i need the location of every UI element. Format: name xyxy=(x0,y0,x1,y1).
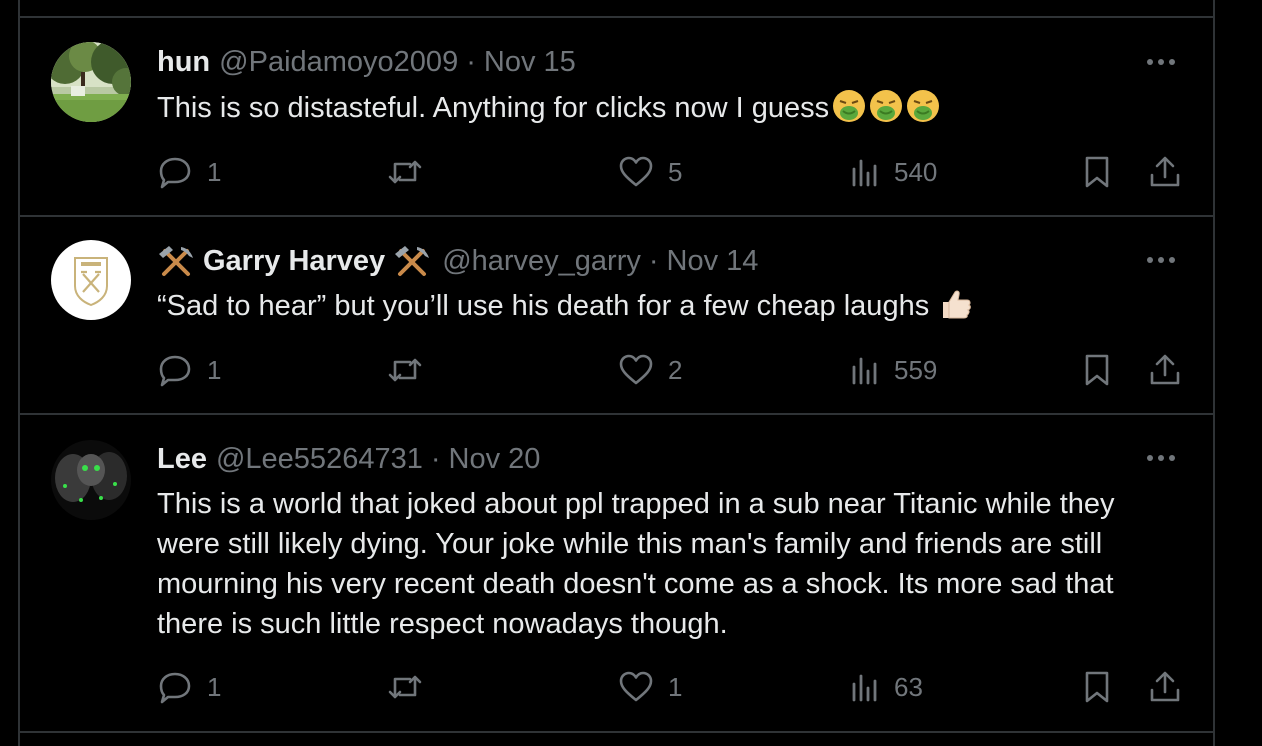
retweet-icon xyxy=(388,358,422,382)
timestamp[interactable]: Nov 14 xyxy=(667,245,759,278)
reply-count: 1 xyxy=(207,354,222,385)
action-bar: 1 2 559 xyxy=(157,350,1183,390)
views-button[interactable]: 63 xyxy=(850,667,923,707)
tweet-text: “Sad to hear” but you’ll use his death f… xyxy=(157,290,930,322)
timestamp[interactable]: Nov 15 xyxy=(484,46,576,79)
reply-count: 1 xyxy=(207,156,222,187)
display-name[interactable]: hun xyxy=(157,46,210,79)
separator-dot: · xyxy=(430,442,441,475)
view-count: 540 xyxy=(894,156,938,187)
separator-dot: · xyxy=(648,244,659,277)
views-icon xyxy=(852,159,877,187)
timestamp[interactable]: Nov 20 xyxy=(449,443,541,476)
like-button[interactable]: 5 xyxy=(618,152,682,192)
action-bar: 1 5 540 xyxy=(157,152,1183,192)
hammer-and-pick-icon xyxy=(395,246,430,276)
view-count: 559 xyxy=(894,354,938,385)
bookmark-icon xyxy=(1085,671,1109,703)
views-icon xyxy=(852,357,877,385)
share-icon xyxy=(1150,671,1180,702)
tweet-text: This is a world that joked about ppl tra… xyxy=(157,488,1115,640)
share-button[interactable] xyxy=(1148,667,1182,707)
more-options-icon[interactable] xyxy=(1143,52,1179,72)
heart-icon xyxy=(619,156,653,187)
like-button[interactable]: 2 xyxy=(618,350,682,390)
heart-icon xyxy=(619,671,653,702)
share-button[interactable] xyxy=(1148,152,1182,192)
retweet-button[interactable] xyxy=(386,152,438,192)
tweet[interactable]: Lee @Lee55264731 · Nov 20 This is a worl… xyxy=(20,415,1213,733)
avatar[interactable] xyxy=(51,440,131,520)
share-button[interactable] xyxy=(1148,350,1182,390)
share-icon xyxy=(1150,156,1180,187)
like-count: 5 xyxy=(668,156,683,187)
retweet-icon xyxy=(388,675,422,699)
tweet-header: Lee @Lee55264731 · Nov 20 xyxy=(157,442,540,476)
hammer-and-pick-icon xyxy=(159,246,193,276)
handle[interactable]: @Paidamoyo2009 xyxy=(219,46,458,79)
nauseated-face-icon xyxy=(870,90,903,122)
action-bar: 1 1 63 xyxy=(157,667,1183,707)
bookmark-icon xyxy=(1085,156,1109,188)
tweet-header: hun @Paidamoyo2009 · Nov 15 xyxy=(157,45,576,79)
tweet-text-container: This is so distasteful. Anything for cli… xyxy=(157,88,1185,128)
tweet[interactable]: Garry Harvey @harvey_garry · Nov 14 “Sad… xyxy=(20,217,1213,415)
like-count: 2 xyxy=(668,354,683,385)
tweet-header: Garry Harvey @harvey_garry · Nov 14 xyxy=(157,244,758,278)
avatar[interactable] xyxy=(51,42,131,122)
display-name[interactable]: Garry Harvey xyxy=(203,245,385,278)
retweet-button[interactable] xyxy=(386,350,438,390)
display-name[interactable]: Lee xyxy=(157,443,207,476)
bookmark-icon xyxy=(1085,354,1109,386)
views-button[interactable]: 559 xyxy=(850,350,937,390)
views-button[interactable]: 540 xyxy=(850,152,937,192)
bookmark-button[interactable] xyxy=(1082,350,1112,390)
thumbs-up-icon xyxy=(943,290,972,319)
handle[interactable]: @Lee55264731 xyxy=(216,443,423,476)
reply-button[interactable]: 1 xyxy=(157,350,221,390)
views-icon xyxy=(852,674,877,702)
avatar[interactable] xyxy=(51,240,131,320)
tweet-text: This is so distasteful. Anything for cli… xyxy=(157,92,830,124)
view-count: 63 xyxy=(894,671,923,702)
nauseated-face-icon xyxy=(907,90,940,122)
like-button[interactable]: 1 xyxy=(618,667,682,707)
share-icon xyxy=(1150,354,1180,385)
tweet[interactable]: hun @Paidamoyo2009 · Nov 15 This is so d… xyxy=(20,18,1213,217)
separator-dot: · xyxy=(466,45,476,78)
reply-button[interactable]: 1 xyxy=(157,667,221,707)
handle[interactable]: @harvey_garry xyxy=(442,245,641,278)
more-options-icon[interactable] xyxy=(1143,448,1179,468)
like-count: 1 xyxy=(668,671,683,702)
reply-icon xyxy=(159,672,191,704)
heart-icon xyxy=(619,354,653,385)
retweet-button[interactable] xyxy=(386,667,438,707)
nauseated-face-icon xyxy=(833,90,866,122)
reply-count: 1 xyxy=(207,671,222,702)
reply-icon xyxy=(159,157,191,189)
tweet-text-container: This is a world that joked about ppl tra… xyxy=(157,484,1185,644)
retweet-icon xyxy=(388,160,422,184)
reply-feed: hun @Paidamoyo2009 · Nov 15 This is so d… xyxy=(18,0,1215,746)
bookmark-button[interactable] xyxy=(1082,667,1112,707)
tweet-text-container: “Sad to hear” but you’ll use his death f… xyxy=(157,286,1185,326)
reply-button[interactable]: 1 xyxy=(157,152,221,192)
more-options-icon[interactable] xyxy=(1143,250,1179,270)
bookmark-button[interactable] xyxy=(1082,152,1112,192)
reply-icon xyxy=(159,355,191,387)
